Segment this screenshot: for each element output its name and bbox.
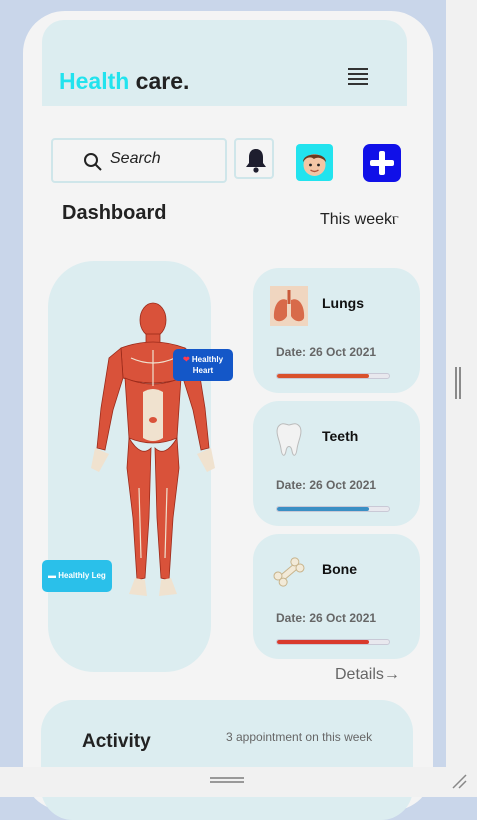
brand-logo: Health care. (59, 68, 189, 95)
organ-name: Lungs (322, 295, 364, 311)
user-avatar[interactable] (296, 144, 333, 181)
window-right-gutter (446, 0, 477, 797)
heart-icon: ❤ (182, 355, 190, 364)
bone-icon (273, 557, 305, 587)
period-selector[interactable]: This weekⲅ (320, 211, 399, 229)
organ-progress-bar (276, 639, 390, 645)
organ-card-lungs[interactable]: Lungs Date: 26 Oct 2021 (253, 268, 420, 393)
details-link[interactable]: Details→ (335, 666, 400, 684)
activity-panel: Activity 3 appointment on this week (41, 700, 413, 820)
organ-progress-bar (276, 506, 390, 512)
bottom-resize-grip[interactable] (210, 777, 244, 783)
healthy-leg-tag[interactable]: ▬ Healthly Leg (42, 560, 112, 592)
organ-card-bone[interactable]: Bone Date: 26 Oct 2021 (253, 534, 420, 659)
shoe-icon: ▬ (48, 571, 56, 580)
organ-date: Date: 26 Oct 2021 (276, 345, 377, 359)
search-icon (84, 153, 102, 171)
activity-subtitle: 3 appointment on this week (226, 730, 373, 744)
app-header: Health care. (42, 20, 407, 106)
brand-rest: care. (129, 68, 190, 94)
hamburger-menu-icon[interactable] (348, 68, 368, 85)
notifications-button[interactable] (234, 138, 274, 179)
organ-progress-fill (277, 640, 369, 644)
organ-progress-fill (277, 374, 369, 378)
healthy-heart-tag[interactable]: ❤ Healthly Heart (173, 349, 233, 381)
add-button[interactable] (363, 144, 401, 182)
plus-icon-horizontal (370, 160, 394, 166)
activity-title: Activity (82, 731, 151, 752)
organ-name: Teeth (322, 428, 359, 444)
healthy-heart-label: Healthly Heart (191, 355, 224, 375)
organ-name: Bone (322, 561, 357, 577)
organ-card-teeth[interactable]: Teeth Date: 26 Oct 2021 (253, 401, 420, 526)
organ-progress-bar (276, 373, 390, 379)
bell-icon (246, 149, 266, 173)
brand-accent: Health (59, 68, 130, 94)
search-box[interactable] (51, 138, 227, 183)
search-input[interactable] (108, 149, 217, 169)
organ-progress-fill (277, 507, 369, 511)
organ-date: Date: 26 Oct 2021 (276, 478, 377, 492)
body-anatomy-panel (48, 261, 215, 672)
resize-corner-icon[interactable] (451, 773, 467, 789)
lungs-icon (270, 286, 308, 326)
scrollbar-grip[interactable] (455, 367, 461, 399)
tooth-icon (276, 423, 302, 456)
healthy-leg-label: Healthly Leg (58, 571, 106, 580)
dashboard-title: Dashboard (62, 202, 167, 224)
organ-date: Date: 26 Oct 2021 (276, 611, 377, 625)
avatar-boy-icon (303, 154, 326, 176)
phone-frame: Health care. Dashboard This weekⲅ (23, 11, 433, 820)
